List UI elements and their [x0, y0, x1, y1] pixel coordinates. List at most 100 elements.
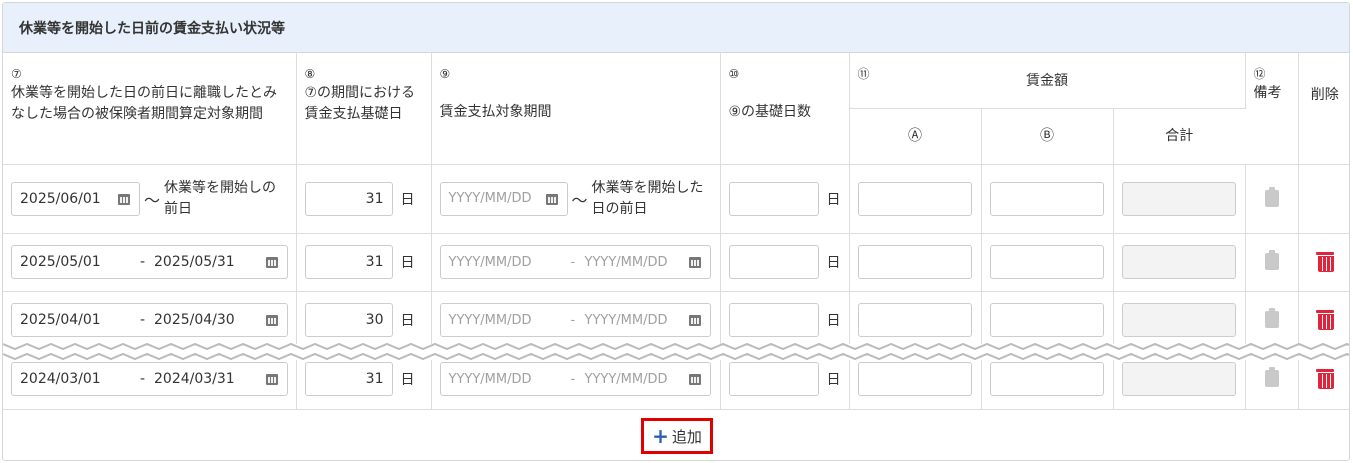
range-separator: - — [570, 312, 576, 328]
unit-label: 日 — [400, 313, 415, 329]
wage-b-field[interactable] — [989, 245, 1104, 279]
unit-label: 日 — [400, 191, 415, 208]
calendar-icon[interactable] — [265, 255, 279, 269]
calendar-icon[interactable] — [265, 372, 279, 386]
calendar-icon[interactable] — [688, 313, 702, 327]
basis-days-field[interactable]: 31 — [304, 245, 393, 279]
pay-end-text: 休業等を開始した日の前日 — [591, 179, 704, 217]
wage-payment-panel: 休業等を開始した日前の賃金支払い状況等 ⑦ 休業等を開始した日の前日に離職したと… — [2, 2, 1350, 461]
trash-icon[interactable] — [1315, 308, 1334, 330]
header-col10-label: ⑨の基礎日数 — [728, 104, 812, 120]
header-col9: ⑨ 賃金支払対象期間 — [431, 53, 721, 165]
header-col8-label: ⑦の期間における賃金支払基礎日 — [304, 85, 416, 122]
period-start-field[interactable]: 2025/06/01 — [11, 181, 140, 216]
range-separator: - — [140, 371, 146, 387]
plus-icon: + — [652, 424, 669, 448]
wage-total-field — [1121, 303, 1236, 337]
clipboard-icon[interactable] — [1264, 308, 1280, 328]
add-row-label: 追加 — [671, 427, 702, 446]
period-end-value: 2024/03/31 — [154, 371, 235, 387]
pay-basis-days-field[interactable] — [728, 362, 819, 396]
header-col11-b: Ⓑ — [981, 108, 1114, 165]
calendar-icon[interactable] — [688, 255, 702, 269]
basis-days-field[interactable]: 31 — [304, 362, 393, 396]
footer: + 追加 — [3, 410, 1349, 460]
add-row-button[interactable]: + 追加 — [641, 418, 713, 454]
pay-basis-days-field[interactable] — [728, 181, 819, 216]
header-col9-num: ⑨ — [439, 67, 451, 81]
period-start-value: 2025/05/01 — [20, 254, 101, 270]
calendar-icon[interactable] — [688, 372, 702, 386]
header-col12-label: 備考 — [1253, 85, 1282, 101]
basis-days-field[interactable]: 30 — [304, 303, 393, 337]
header-delete: 削除 — [1298, 53, 1349, 165]
pay-range-field[interactable]: YYYY/MM/DD - YYYY/MM/DD — [439, 303, 711, 337]
wage-a-field[interactable] — [857, 303, 972, 337]
period-range-field[interactable]: 2025/05/01 - 2025/05/31 — [11, 245, 288, 279]
unit-label: 日 — [400, 255, 415, 271]
wage-total-field — [1121, 181, 1236, 216]
wage-b-field[interactable] — [989, 181, 1104, 216]
tilde-separator: 〜 — [571, 190, 588, 210]
pay-range-field[interactable]: YYYY/MM/DD - YYYY/MM/DD — [439, 362, 711, 396]
unit-label: 日 — [826, 255, 841, 271]
unit-label: 日 — [826, 191, 841, 208]
header-col9-label: 賃金支払対象期間 — [439, 104, 552, 120]
range-separator: - — [140, 254, 146, 270]
table-row: 2025/06/01 〜 休業等を開始しの前日 31 日 YYYY/MM/DD — [3, 164, 1349, 234]
basis-days-value: 31 — [365, 190, 384, 207]
wage-a-field[interactable] — [857, 181, 972, 216]
pay-start-field[interactable]: YYYY/MM/DD — [439, 181, 568, 216]
panel-title: 休業等を開始した日前の賃金支払い状況等 — [3, 3, 1349, 53]
clipboard-icon[interactable] — [1264, 250, 1280, 270]
wage-total-field — [1121, 362, 1236, 396]
period-end-value: 2025/04/30 — [154, 312, 235, 328]
basis-days-value: 31 — [365, 254, 384, 270]
header-col7: ⑦ 休業等を開始した日の前日に離職したとみなした場合の被保険者期間算定対象期間 — [3, 53, 297, 165]
wage-total-field — [1121, 245, 1236, 279]
basis-days-value: 31 — [365, 371, 384, 387]
basis-days-value: 30 — [365, 312, 384, 328]
header-col10: ⑩ ⑨の基礎日数 — [720, 53, 850, 165]
header-col7-label: 休業等を開始した日の前日に離職したとみなした場合の被保険者期間算定対象期間 — [11, 85, 277, 122]
header-col11-label: 賃金額 — [1026, 73, 1068, 89]
pay-start-placeholder: YYYY/MM/DD — [448, 312, 532, 328]
pay-start-placeholder: YYYY/MM/DD — [448, 371, 532, 387]
pay-start-placeholder: YYYY/MM/DD — [448, 191, 532, 206]
pay-range-field[interactable]: YYYY/MM/DD - YYYY/MM/DD — [439, 245, 711, 279]
header-col12-num: ⑫ — [1253, 67, 1266, 81]
header-col10-num: ⑩ — [728, 67, 740, 81]
wage-a-field[interactable] — [857, 362, 972, 396]
calendar-icon[interactable] — [545, 192, 559, 206]
pay-basis-days-field[interactable] — [728, 303, 819, 337]
calendar-icon[interactable] — [117, 192, 131, 206]
table-row: 2025/05/01 - 2025/05/31 31 日 YYYY/MM/DD — [3, 233, 1349, 292]
basis-days-field[interactable]: 31 — [304, 181, 393, 216]
range-separator: - — [570, 371, 576, 387]
period-start-value: 2025/06/01 — [20, 190, 101, 207]
header-col12: ⑫ 備考 — [1245, 53, 1299, 165]
clipboard-icon[interactable] — [1264, 186, 1280, 207]
header-col8: ⑧ ⑦の期間における賃金支払基礎日 — [296, 53, 432, 165]
trash-icon[interactable] — [1315, 367, 1334, 389]
omission-zigzag — [3, 342, 1349, 361]
pay-end-placeholder: YYYY/MM/DD — [584, 254, 668, 270]
wage-a-field[interactable] — [857, 245, 972, 279]
header-col11: ⑪ 賃金額 — [849, 53, 1246, 109]
period-range-field[interactable]: 2024/03/01 - 2024/03/31 — [11, 362, 288, 396]
unit-label: 日 — [400, 372, 415, 388]
pay-start-placeholder: YYYY/MM/DD — [448, 254, 532, 270]
wage-b-field[interactable] — [989, 362, 1104, 396]
header-col11-total: 合計 — [1113, 108, 1245, 165]
range-separator: - — [140, 312, 146, 328]
clipboard-icon[interactable] — [1264, 367, 1280, 387]
pay-basis-days-field[interactable] — [728, 245, 819, 279]
pay-end-placeholder: YYYY/MM/DD — [584, 371, 668, 387]
calendar-icon[interactable] — [265, 313, 279, 327]
unit-label: 日 — [826, 372, 841, 388]
wage-b-field[interactable] — [989, 303, 1104, 337]
period-end-text: 休業等を開始しの前日 — [164, 179, 277, 217]
header-col7-num: ⑦ — [11, 67, 22, 81]
trash-icon[interactable] — [1315, 250, 1334, 272]
period-range-field[interactable]: 2025/04/01 - 2025/04/30 — [11, 303, 288, 337]
